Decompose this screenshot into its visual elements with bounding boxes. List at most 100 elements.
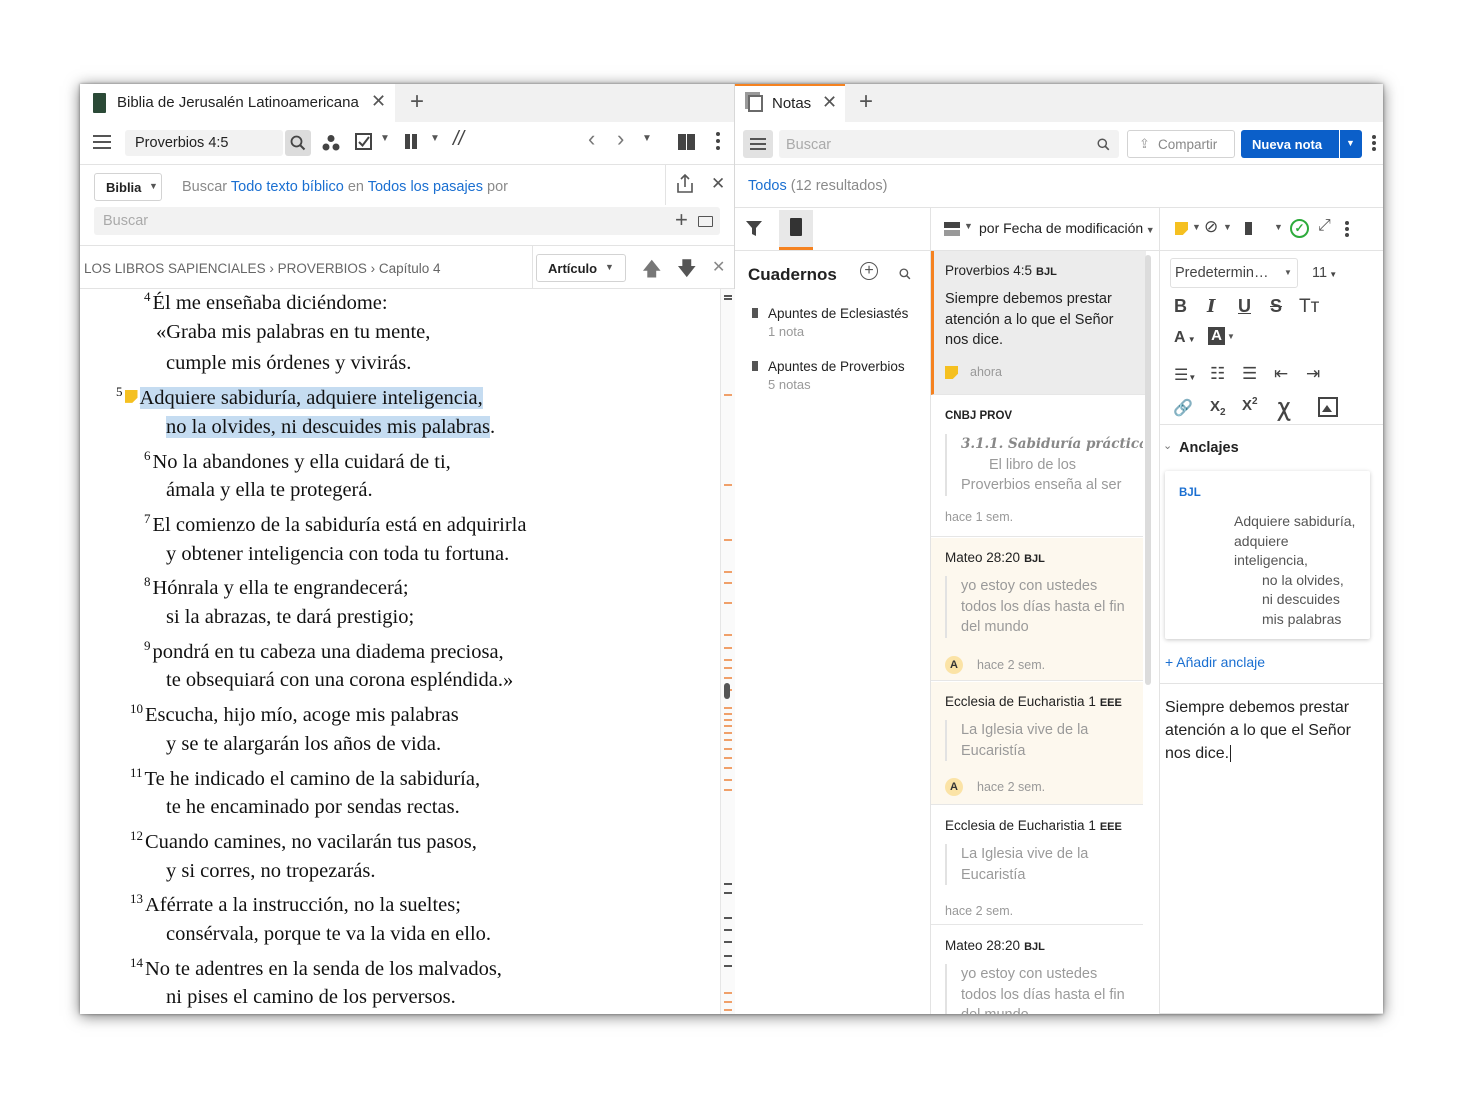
columns-icon[interactable] (405, 134, 410, 149)
search-type-link[interactable]: Todo texto bíblico (231, 179, 344, 195)
people-icon[interactable] (322, 134, 340, 152)
numbered-list-icon[interactable]: ☰ (1242, 364, 1257, 384)
strikethrough-icon[interactable]: S (1270, 296, 1282, 317)
verse-number[interactable]: 11 (130, 765, 143, 780)
new-note-dropdown[interactable]: ▼ (1340, 130, 1362, 158)
new-note-button[interactable]: Nueva nota (1241, 130, 1339, 158)
sort-dropdown[interactable]: por Fecha de modificación ▼ (979, 220, 1155, 236)
verse-line[interactable]: 11Te he indicado el camino de la sabidur… (130, 765, 480, 791)
back-icon[interactable]: ‹ (588, 126, 595, 152)
verse-number[interactable]: 13 (130, 891, 143, 906)
verse-line[interactable]: 13Aférrate a la instrucción, no la suelt… (130, 891, 461, 917)
tab-notes[interactable]: Notas ✕ (735, 84, 845, 124)
search-icon[interactable] (899, 268, 911, 280)
clear-format-icon[interactable]: Ꭓ (1278, 396, 1290, 422)
align-icon[interactable]: ☰▼ (1174, 365, 1196, 385)
keyboard-icon[interactable] (698, 216, 713, 227)
anchor-card[interactable]: BJL Adquiere sabiduría, adquiere inteligen… (1165, 471, 1370, 639)
tab-notebooks[interactable] (779, 210, 813, 248)
highlight-color-icon[interactable]: A (1208, 327, 1225, 345)
verse-line[interactable]: te obsequiará con una corona espléndida.… (166, 669, 513, 692)
article-dropdown[interactable]: Artículo ▼ (536, 254, 626, 282)
verse-line[interactable]: 5 Adquiere sabiduría, adquiere inteligenc… (116, 384, 483, 410)
breadcrumb-item[interactable]: LOS LIBROS SAPIENCIALES (84, 261, 266, 276)
font-family-select[interactable]: Predetermin… ▼ (1170, 258, 1298, 288)
breadcrumb-item[interactable]: Capítulo 4 (379, 261, 441, 276)
outdent-icon[interactable]: ⇤ (1274, 364, 1288, 384)
image-icon[interactable] (1318, 397, 1338, 417)
chevron-down-icon[interactable]: ▼ (1223, 222, 1232, 232)
verse-line[interactable]: 4Él me enseñaba diciéndome: (144, 289, 388, 315)
verse-line[interactable]: 8Hónrala y ella te engrandecerá; (144, 574, 409, 600)
text-size-icon[interactable]: Tт (1299, 296, 1319, 318)
verse-line[interactable]: 12Cuando camines, no vacilarán tus pasos… (130, 828, 477, 854)
add-icon[interactable]: + (675, 207, 688, 233)
filter-icon[interactable] (745, 220, 763, 237)
verse-line[interactable]: cumple mis órdenes y vivirás. (166, 352, 411, 375)
bible-text[interactable]: 4Él me enseñaba diciéndome: «Graba mis pa… (80, 289, 720, 1014)
chevron-down-icon[interactable]: ▼ (1192, 222, 1201, 232)
scrollbar-track[interactable] (720, 289, 735, 1014)
arrow-up-icon[interactable]: 🡅 (642, 255, 662, 287)
notebook-item[interactable]: Apuntes de Proverbios 5 notas (768, 359, 928, 392)
notebook-item[interactable]: Apuntes de Eclesiastés 1 nota (768, 306, 928, 339)
note-color-icon[interactable] (1175, 222, 1188, 235)
verse-line[interactable]: 7El comienzo de la sabiduría está en adq… (144, 511, 526, 537)
verse-line[interactable]: y si corres, no tropezarás. (166, 860, 375, 883)
verse-line[interactable]: «Graba mis palabras en tu mente, (156, 321, 430, 344)
link-icon[interactable]: 🔗 (1173, 398, 1193, 418)
verse-number[interactable]: 14 (130, 955, 143, 970)
bible-search-input[interactable]: Buscar + (94, 207, 720, 235)
note-card[interactable]: Proverbios 4:5 BJL Siempre debemos prestar… (931, 251, 1146, 395)
subscript-icon[interactable]: X2 (1210, 398, 1226, 418)
verse-line[interactable]: 9pondrá en tu cabeza una diadema precios… (144, 638, 504, 664)
note-card[interactable]: Mateo 28:20 BJL yo estoy con ustedes todos… (931, 926, 1143, 1014)
note-marker-icon[interactable] (124, 389, 138, 403)
columns-dropdown-icon[interactable]: ▼ (430, 133, 440, 144)
verse-number[interactable]: 10 (130, 701, 143, 716)
indent-icon[interactable]: ⇥ (1306, 364, 1320, 384)
verse-number[interactable]: 9 (144, 638, 151, 653)
sidebar-toggle-button[interactable] (743, 130, 773, 158)
note-card[interactable]: Ecclesia de Eucharistia 1 EEE La Iglesia v… (931, 682, 1143, 805)
no-style-icon[interactable]: ⊘ (1204, 217, 1218, 237)
search-range-link[interactable]: Todos los pasajes (368, 179, 483, 195)
chevron-down-icon[interactable]: ▼ (964, 221, 973, 231)
close-search-icon[interactable]: ✕ (711, 174, 725, 194)
reference-box[interactable]: Proverbios 4:5 (125, 130, 283, 156)
add-tab-icon[interactable]: + (410, 88, 424, 116)
parallel-icon[interactable]: // (453, 128, 464, 151)
verse-line[interactable]: ni pises el camino de los perversos. (166, 986, 456, 1009)
verse-number[interactable]: 7 (144, 511, 151, 526)
view-mode-icon[interactable] (944, 222, 960, 228)
verse-line[interactable]: y obtener inteligencia con toda tu fortu… (166, 543, 509, 566)
verse-number[interactable]: 4 (144, 289, 151, 304)
underline-icon[interactable]: U (1238, 296, 1251, 317)
chevron-down-icon[interactable]: ⌄ (1163, 439, 1172, 452)
verse-number[interactable]: 5 (116, 384, 123, 399)
checklist-icon[interactable] (355, 133, 373, 151)
note-card[interactable]: Mateo 28:20 BJL yo estoy con ustedes todos… (931, 538, 1143, 681)
verse-number[interactable]: 6 (144, 448, 151, 463)
bold-icon[interactable]: B (1174, 296, 1187, 317)
history-dropdown-icon[interactable]: ▼ (642, 133, 652, 144)
verse-number[interactable]: 12 (130, 828, 143, 843)
add-notebook-icon[interactable]: + (860, 262, 878, 280)
scope-dropdown[interactable]: Biblia ▼ (94, 173, 162, 201)
share-button[interactable]: ⇪ Compartir (1127, 130, 1235, 158)
bullet-list-icon[interactable]: ☷ (1210, 364, 1225, 384)
note-card[interactable]: CNBJ PROV 3.1.1. Sabiduría práctica El lib… (931, 396, 1143, 537)
style-icon[interactable] (1245, 222, 1252, 235)
verse-line[interactable]: 10Escucha, hijo mío, acoge mis palabras (130, 701, 459, 727)
verse-line[interactable]: consérvala, porque te va la vida en ello… (166, 923, 491, 946)
checklist-dropdown-icon[interactable]: ▼ (380, 133, 390, 144)
tab-bible[interactable]: Biblia de Jerusalén Latinoamericana ✕ (80, 84, 395, 122)
note-list-scrollbar[interactable] (1145, 255, 1151, 685)
verse-line[interactable]: si la abrazas, te dará prestigio; (166, 606, 414, 629)
verse-line[interactable]: te he encaminado por sendas rectas. (166, 796, 460, 819)
add-anchor-link[interactable]: + Añadir anclaje (1165, 654, 1265, 670)
share-icon[interactable] (675, 173, 695, 195)
search-button[interactable] (285, 130, 311, 156)
more-options-icon[interactable] (1372, 135, 1376, 139)
verse-line[interactable]: y se te alargarán los años de vida. (166, 733, 441, 756)
